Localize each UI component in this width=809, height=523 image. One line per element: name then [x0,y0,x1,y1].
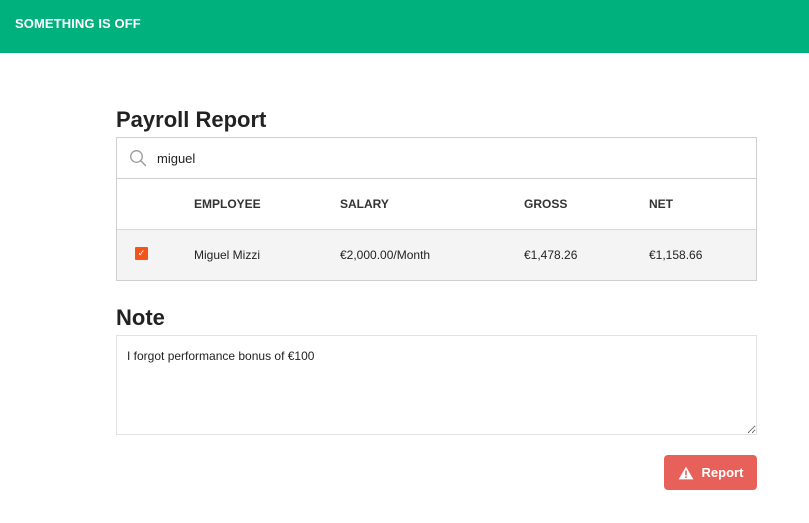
report-button-label: Report [701,465,744,480]
search-bar [117,138,756,179]
cell-salary: €2,000.00/Month [340,248,431,262]
column-header-salary[interactable]: SALARY [340,197,524,211]
column-header-gross[interactable]: GROSS [524,197,649,211]
column-header-employee[interactable]: EMPLOYEE [194,197,340,211]
main-content: Payroll Report EMPLOYEE SALARY GROSS NET… [116,105,757,490]
row-check-cell: ✓ [117,247,194,260]
note-title: Note [116,305,165,330]
search-input[interactable] [157,150,717,166]
table-row[interactable]: ✓ Miguel Mizzi €2,000.00/Month €1,478.26… [117,230,756,280]
table-header: EMPLOYEE SALARY GROSS NET [117,179,756,230]
column-header-net[interactable]: NET [649,197,756,211]
note-textarea[interactable]: I forgot performance bonus of €100 [116,335,757,435]
cell-net: €1,158.66 [649,248,703,262]
warning-icon [678,466,694,480]
row-checkbox[interactable]: ✓ [135,247,148,260]
cell-employee: Miguel Mizzi [194,248,261,262]
cell-gross: €1,478.26 [524,248,578,262]
search-icon [128,148,148,168]
report-button[interactable]: Report [664,455,757,490]
top-bar: SOMETHING IS OFF [0,0,809,53]
top-bar-title: SOMETHING IS OFF [15,15,141,31]
actions-bar: Report [116,455,757,490]
checkmark-icon: ✓ [137,248,146,258]
payroll-report-title: Payroll Report [116,107,267,132]
payroll-report-panel: EMPLOYEE SALARY GROSS NET ✓ Miguel Mizzi… [116,137,757,281]
